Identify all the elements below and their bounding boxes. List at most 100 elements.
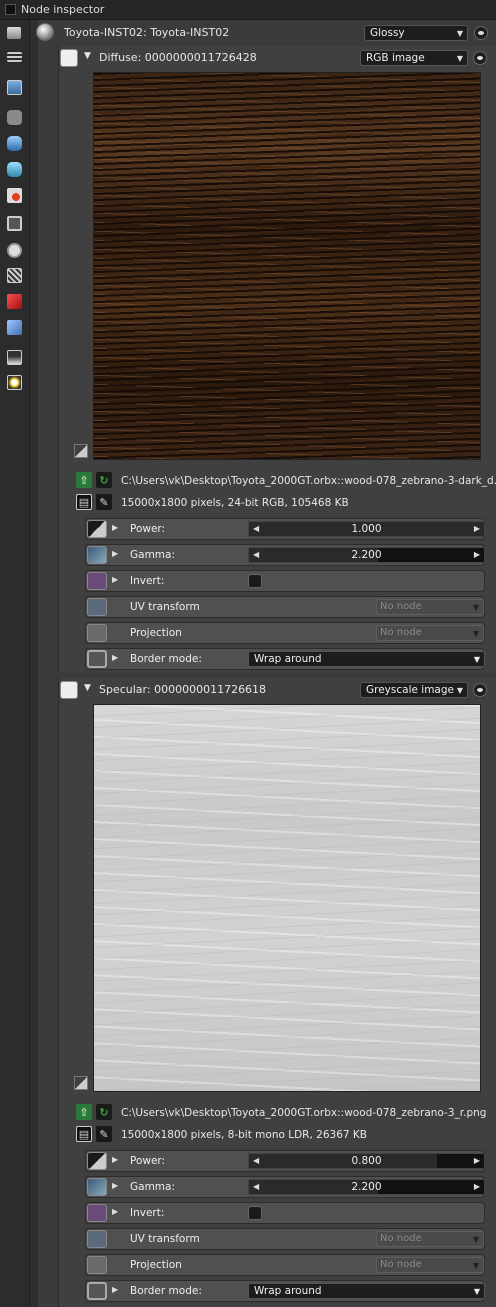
specular-label: Specular: 0000000011726618 [99,683,267,696]
eye-icon[interactable] [474,26,488,40]
expand-icon[interactable]: ▼ [84,683,91,693]
increment-icon[interactable]: ▶ [474,1182,480,1191]
material-sphere-icon [36,23,54,41]
picture-icon[interactable] [7,350,22,365]
expand-icon[interactable]: ▶ [112,575,118,584]
power-label: Power: [130,523,166,535]
specular-texture-section: ▼ Specular: 0000000011726618 Greyscale i… [58,678,496,1307]
image-icon[interactable] [7,80,22,95]
invert-icon [87,1204,107,1222]
expand-icon[interactable]: ▼ [84,51,91,61]
expand-icon[interactable]: ▶ [112,1181,118,1190]
projection-icon [87,624,107,642]
diffuse-uv-row: UV transform No node ▼ [85,596,485,618]
wrench-icon[interactable]: ✎ [96,1126,112,1142]
render-target-icon[interactable] [7,216,22,231]
specular-file-info: 15000x1800 pixels, 8-bit mono LDR, 26367… [121,1129,367,1141]
uv-label: UV transform [130,1233,200,1245]
specular-power-row: ▶ Power: ◀ 0.800 ▶ [85,1150,485,1172]
diffuse-type-dropdown[interactable]: RGB image ▼ [360,50,468,66]
power-icon [87,520,107,538]
power-slider[interactable]: ◀ 0.800 ▶ [248,1153,485,1169]
border-mode-dropdown[interactable]: Wrap around ▼ [248,651,485,667]
expand-icon[interactable]: ▶ [112,1207,118,1216]
projection-dropdown[interactable]: No node ▼ [376,1257,484,1273]
reload-icon[interactable]: ↻ [96,472,112,488]
wrench-icon[interactable]: ✎ [96,494,112,510]
invert-label: Invert: [130,575,165,587]
load-file-icon[interactable]: ⇧ [76,472,92,488]
uv-value: No node [380,601,422,612]
specular-invert-row: ▶ Invert: [85,1202,485,1224]
list-icon[interactable] [7,52,22,62]
expand-icon[interactable]: ▶ [112,523,118,532]
red-cube-icon[interactable] [7,294,22,309]
uv-label: UV transform [130,601,200,613]
specular-header: ▼ Specular: 0000000011726618 Greyscale i… [59,679,496,701]
diffuse-texture-preview [93,72,481,460]
eye-icon[interactable] [473,683,487,697]
window-icon [5,4,16,15]
chevron-down-icon: ▼ [456,54,463,63]
gamma-label: Gamma: [130,1181,175,1193]
environment-icon[interactable] [7,162,22,177]
uv-transform-dropdown[interactable]: No node ▼ [376,1231,484,1247]
film-icon[interactable]: ▤ [76,494,92,510]
eye-icon[interactable] [473,51,487,65]
material-icon[interactable] [7,188,22,203]
node-header: Toyota-INST02: Toyota-INST02 Glossy ▼ [36,22,496,44]
uv-transform-icon [87,1230,107,1248]
diffuse-file-info: 15000x1800 pixels, 24-bit RGB, 105468 KB [121,497,349,509]
border-value: Wrap around [254,653,322,665]
expand-icon[interactable]: ▶ [112,1155,118,1164]
sun-icon[interactable] [7,375,22,390]
geometry-icon[interactable] [7,136,22,151]
texture-node-icon[interactable] [60,49,78,67]
invert-checkbox[interactable] [248,1206,262,1220]
layers-icon[interactable] [7,27,21,39]
expand-icon[interactable]: ▶ [112,653,118,662]
blue-cube-icon[interactable] [7,320,22,335]
gamma-slider[interactable]: ◀ 2.200 ▶ [248,1179,485,1195]
panel-gutter [30,20,38,1307]
resize-icon[interactable] [74,1076,88,1090]
invert-checkbox[interactable] [248,574,262,588]
uv-transform-dropdown[interactable]: No node ▼ [376,599,484,615]
clock-icon[interactable] [7,243,22,258]
film-icon[interactable]: ▤ [76,1126,92,1142]
left-toolbar [0,20,30,1307]
projection-dropdown[interactable]: No node ▼ [376,625,484,641]
border-value: Wrap around [254,1285,322,1297]
resize-icon[interactable] [74,444,88,458]
increment-icon[interactable]: ▶ [474,1156,480,1165]
texture-icon[interactable] [7,268,22,283]
projection-value: No node [380,1259,422,1270]
power-label: Power: [130,1155,166,1167]
diffuse-file-path: C:\Users\vk\Desktop\Toyota_2000GT.orbx::… [121,475,496,487]
camera-icon[interactable] [7,110,22,125]
power-slider[interactable]: ◀ 1.000 ▶ [248,521,485,537]
specular-projection-row: Projection No node ▼ [85,1254,485,1276]
power-icon [87,1152,107,1170]
specular-type-dropdown[interactable]: Greyscale image ▼ [360,682,468,698]
node-name: Toyota-INST02: Toyota-INST02 [64,26,230,39]
uv-value: No node [380,1233,422,1244]
border-mode-dropdown[interactable]: Wrap around ▼ [248,1283,485,1299]
diffuse-projection-row: Projection No node ▼ [85,622,485,644]
increment-icon[interactable]: ▶ [474,550,480,559]
inspector-panel: Toyota-INST02: Toyota-INST02 Glossy ▼ ▼ D… [36,20,496,1307]
expand-icon[interactable]: ▶ [112,1285,118,1294]
increment-icon[interactable]: ▶ [474,524,480,533]
gamma-slider[interactable]: ◀ 2.200 ▶ [248,547,485,563]
load-file-icon[interactable]: ⇧ [76,1104,92,1120]
diffuse-power-row: ▶ Power: ◀ 1.000 ▶ [85,518,485,540]
chevron-down-icon: ▼ [472,1235,479,1244]
diffuse-header: ▼ Diffuse: 0000000011726428 RGB image ▼ [59,47,496,69]
material-type-dropdown[interactable]: Glossy ▼ [364,25,468,41]
gamma-icon [87,1178,107,1196]
texture-node-icon[interactable] [60,681,78,699]
reload-icon[interactable]: ↻ [96,1104,112,1120]
expand-icon[interactable]: ▶ [112,549,118,558]
power-value: 0.800 [351,1155,382,1167]
power-value: 1.000 [351,523,382,535]
